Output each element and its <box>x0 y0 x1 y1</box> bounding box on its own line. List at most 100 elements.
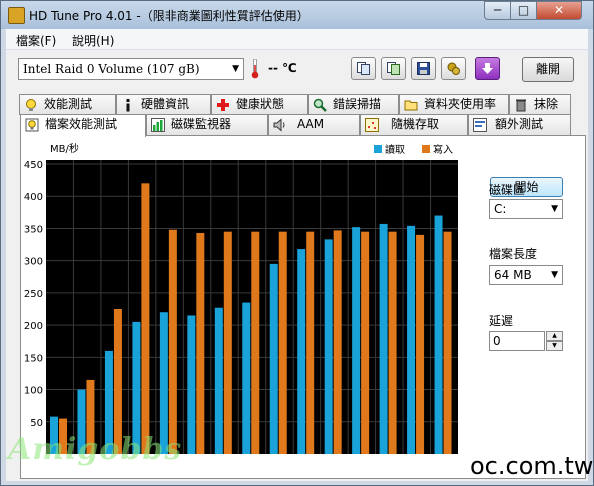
tab-random-access[interactable]: 隨機存取 <box>360 114 468 135</box>
bar-read <box>242 302 251 454</box>
window-title: HD Tune Pro 4.01 -（限非商業圖利性質評估使用） <box>29 9 309 23</box>
menu-file[interactable]: 檔案(F) <box>16 32 56 49</box>
bar-write <box>443 231 452 454</box>
bar-read <box>187 315 196 454</box>
thermometer-icon <box>251 59 259 79</box>
bar-write <box>278 231 287 454</box>
download-icon <box>482 63 493 74</box>
tab-label: 資料夾使用率 <box>424 97 497 111</box>
tab-health[interactable]: 健康狀態 <box>211 94 308 115</box>
bulb-icon <box>26 99 36 111</box>
tab-label: 抹除 <box>534 97 559 111</box>
file-length-label: 檔案長度 <box>489 247 538 261</box>
download-button[interactable] <box>475 57 500 80</box>
legend-swatch <box>422 145 430 153</box>
title-bar[interactable]: HD Tune Pro 4.01 -（限非商業圖利性質評估使用） ─ □ ✕ <box>1 1 593 29</box>
bar-write <box>251 231 260 454</box>
speaker-icon <box>273 118 285 132</box>
extra-test-icon <box>473 118 487 132</box>
bar-read <box>324 239 333 454</box>
tab-folder-usage[interactable]: 資料夾使用率 <box>399 94 509 115</box>
y-tick-label: 300 <box>24 257 43 268</box>
folder-icon <box>404 100 418 111</box>
watermark-amigobbs: Amigobbs <box>8 432 183 467</box>
options-icon <box>447 62 460 75</box>
drive-select[interactable]: Intel Raid 0 Volume (107 gB) ▼ <box>18 58 244 80</box>
delay-input[interactable]: 0 <box>489 331 545 351</box>
info-icon <box>126 99 130 112</box>
tab-label: 磁碟監視器 <box>171 117 232 131</box>
magnifier-icon <box>313 98 327 112</box>
copy-screenshot-icon <box>387 62 400 75</box>
legend-swatch <box>374 145 382 153</box>
tab-label: 健康狀態 <box>236 97 285 111</box>
chevron-down-icon: ▼ <box>551 204 558 214</box>
chevron-down-icon: ▼ <box>551 270 558 280</box>
save-button[interactable] <box>411 57 436 80</box>
bar-read <box>297 249 306 454</box>
bar-write <box>141 183 150 454</box>
trash-icon <box>516 99 526 112</box>
watermark-site: oc.com.tw <box>470 452 594 480</box>
drive-label: 磁碟區 <box>489 183 526 197</box>
options-button[interactable] <box>441 57 466 80</box>
y-tick-label: 250 <box>24 289 43 300</box>
bar-read <box>379 223 388 454</box>
tab-label: 隨機存取 <box>391 117 440 131</box>
tab-extra-tests[interactable]: 額外測試 <box>468 114 571 135</box>
copy-info-button[interactable] <box>351 57 376 80</box>
tab-label: 效能測試 <box>44 97 93 111</box>
tab-hardware-info[interactable]: 硬體資訊 <box>116 94 211 115</box>
menu-bar: 檔案(F) 說明(H) <box>6 29 588 50</box>
file-length-select-value: 64 MB <box>494 268 532 282</box>
bar-chart-icon <box>151 118 165 132</box>
copy-screenshot-button[interactable] <box>381 57 406 80</box>
file-length-select[interactable]: 64 MB ▼ <box>489 265 563 285</box>
file-bulb-icon <box>25 118 39 132</box>
y-tick-label: 400 <box>24 192 43 203</box>
bar-read <box>269 263 278 454</box>
delay-label: 延遲 <box>489 314 514 328</box>
spin-up-icon[interactable]: ▲ <box>546 331 563 341</box>
tab-error-scan[interactable]: 錯誤掃描 <box>308 94 399 115</box>
y-tick-label: 150 <box>24 353 43 364</box>
delay-spinner[interactable]: 0 ▲ ▼ <box>489 331 563 351</box>
transfer-rate-chart: 50100150200250300350400450MB/秒0.51248163… <box>24 142 458 454</box>
tab-label: 檔案效能測試 <box>45 117 118 131</box>
tab-label: AAM <box>297 117 325 131</box>
y-tick-label: 450 <box>24 160 43 171</box>
close-button[interactable]: ✕ <box>536 1 582 20</box>
tab-aam[interactable]: AAM <box>268 114 360 135</box>
tab-disk-monitor[interactable]: 磁碟監視器 <box>146 114 268 135</box>
tab-label: 硬體資訊 <box>141 97 190 111</box>
random-grid-icon <box>365 118 379 132</box>
tab-file-benchmark[interactable]: 檔案效能測試 <box>20 114 146 137</box>
copy-info-icon <box>357 62 370 75</box>
tab-benchmark[interactable]: 效能測試 <box>19 94 116 115</box>
bar-write <box>196 232 205 454</box>
bar-write <box>306 231 315 454</box>
drive-select-value: Intel Raid 0 Volume (107 gB) <box>23 62 200 76</box>
bar-read <box>214 307 223 454</box>
y-tick-label: 100 <box>24 386 43 397</box>
y-tick-label: 200 <box>24 321 43 332</box>
bar-read <box>352 227 361 454</box>
menu-help[interactable]: 說明(H) <box>72 32 114 49</box>
toolbar: Intel Raid 0 Volume (107 gB) ▼ -- ℃ 離開 <box>6 49 588 89</box>
exit-button[interactable]: 離開 <box>522 57 574 82</box>
chevron-down-icon: ▼ <box>232 64 239 74</box>
y-tick-label: 350 <box>24 224 43 235</box>
tab-erase[interactable]: 抹除 <box>509 94 571 115</box>
spin-down-icon[interactable]: ▼ <box>546 341 563 351</box>
bar-read <box>407 225 416 454</box>
maximize-button[interactable]: □ <box>510 1 537 20</box>
y-axis-label: MB/秒 <box>50 142 79 155</box>
minimize-button[interactable]: ─ <box>484 1 511 20</box>
tab-label: 額外測試 <box>495 117 544 131</box>
temperature-readout: -- ℃ <box>268 61 297 75</box>
save-icon <box>417 62 430 75</box>
legend-label: 寫入 <box>433 143 453 156</box>
volume-select[interactable]: C: ▼ <box>489 199 563 219</box>
bar-write <box>361 231 370 454</box>
legend-label: 讀取 <box>385 143 405 156</box>
